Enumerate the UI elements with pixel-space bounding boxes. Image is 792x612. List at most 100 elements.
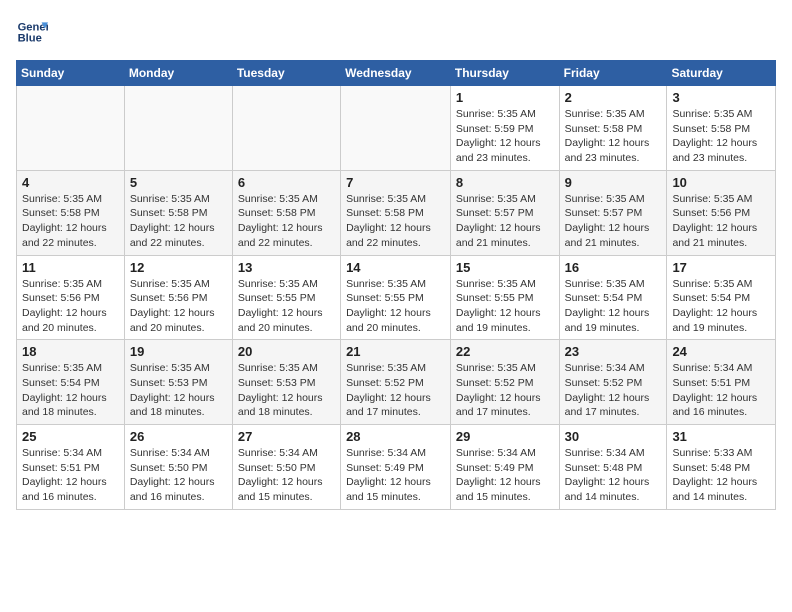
calendar-day-cell: [17, 86, 125, 171]
weekday-header-cell: Monday: [124, 61, 232, 86]
day-number: 23: [565, 344, 662, 359]
day-detail: Sunrise: 5:35 AM Sunset: 5:58 PM Dayligh…: [565, 107, 662, 166]
day-detail: Sunrise: 5:35 AM Sunset: 5:54 PM Dayligh…: [22, 361, 119, 420]
calendar-day-cell: 19Sunrise: 5:35 AM Sunset: 5:53 PM Dayli…: [124, 340, 232, 425]
calendar-day-cell: 18 Sunrise: 5:35 AM Sunset: 5:54 PM Dayli…: [17, 340, 125, 425]
calendar-week-row: 11 Sunrise: 5:35 AM Sunset: 5:56 PM Dayli…: [17, 255, 776, 340]
day-detail: Sunrise: 5:35 AM Sunset: 5:55 PM Dayligh…: [238, 277, 335, 336]
day-number: 11: [22, 260, 119, 275]
day-detail: Sunrise: 5:34 AM Sunset: 5:51 PM Dayligh…: [672, 361, 770, 420]
calendar-day-cell: 20 Sunrise: 5:35 AM Sunset: 5:53 PM Dayli…: [232, 340, 340, 425]
day-number: 3: [672, 90, 770, 105]
calendar-day-cell: 13 Sunrise: 5:35 AM Sunset: 5:55 PM Dayli…: [232, 255, 340, 340]
day-number: 16: [565, 260, 662, 275]
calendar-day-cell: 15 Sunrise: 5:35 AM Sunset: 5:55 PM Dayli…: [450, 255, 559, 340]
calendar-day-cell: 23 Sunrise: 5:34 AM Sunset: 5:52 PM Dayli…: [559, 340, 667, 425]
calendar-day-cell: 16Sunrise: 5:35 AM Sunset: 5:54 PM Dayli…: [559, 255, 667, 340]
weekday-header-cell: Friday: [559, 61, 667, 86]
day-number: 18: [22, 344, 119, 359]
day-detail: Sunrise: 5:34 AM Sunset: 5:49 PM Dayligh…: [346, 446, 445, 505]
day-detail: Sunrise: 5:35 AM Sunset: 5:52 PM Dayligh…: [456, 361, 554, 420]
day-detail: Sunrise: 5:34 AM Sunset: 5:48 PM Dayligh…: [565, 446, 662, 505]
calendar-day-cell: 12 Sunrise: 5:35 AM Sunset: 5:56 PM Dayli…: [124, 255, 232, 340]
calendar-day-cell: 31Sunrise: 5:33 AM Sunset: 5:48 PM Dayli…: [667, 425, 776, 510]
calendar-day-cell: 29 Sunrise: 5:34 AM Sunset: 5:49 PM Dayli…: [450, 425, 559, 510]
svg-text:Blue: Blue: [18, 33, 42, 45]
calendar-day-cell: 10Sunrise: 5:35 AM Sunset: 5:56 PM Dayli…: [667, 170, 776, 255]
calendar-day-cell: [232, 86, 340, 171]
calendar-day-cell: 1 Sunrise: 5:35 AM Sunset: 5:59 PM Daylig…: [450, 86, 559, 171]
weekday-header-row: SundayMondayTuesdayWednesdayThursdayFrid…: [17, 61, 776, 86]
calendar-day-cell: 26 Sunrise: 5:34 AM Sunset: 5:50 PM Dayli…: [124, 425, 232, 510]
calendar-day-cell: 27 Sunrise: 5:34 AM Sunset: 5:50 PM Dayli…: [232, 425, 340, 510]
day-detail: Sunrise: 5:35 AM Sunset: 5:58 PM Dayligh…: [346, 192, 445, 251]
day-number: 2: [565, 90, 662, 105]
calendar-day-cell: [341, 86, 451, 171]
day-number: 4: [22, 175, 119, 190]
day-detail: Sunrise: 5:35 AM Sunset: 5:55 PM Dayligh…: [346, 277, 445, 336]
weekday-header-cell: Wednesday: [341, 61, 451, 86]
day-number: 5: [130, 175, 227, 190]
day-number: 28: [346, 429, 445, 444]
logo: General Blue: [16, 16, 48, 48]
day-number: 29: [456, 429, 554, 444]
day-number: 20: [238, 344, 335, 359]
day-number: 24: [672, 344, 770, 359]
calendar-day-cell: 9 Sunrise: 5:35 AM Sunset: 5:57 PM Daylig…: [559, 170, 667, 255]
calendar-day-cell: 25Sunrise: 5:34 AM Sunset: 5:51 PM Dayli…: [17, 425, 125, 510]
calendar-week-row: 4 Sunrise: 5:35 AM Sunset: 5:58 PM Daylig…: [17, 170, 776, 255]
calendar-week-row: 18 Sunrise: 5:35 AM Sunset: 5:54 PM Dayli…: [17, 340, 776, 425]
weekday-header-cell: Sunday: [17, 61, 125, 86]
day-detail: Sunrise: 5:35 AM Sunset: 5:59 PM Dayligh…: [456, 107, 554, 166]
day-detail: Sunrise: 5:35 AM Sunset: 5:56 PM Dayligh…: [672, 192, 770, 251]
weekday-header-cell: Thursday: [450, 61, 559, 86]
day-detail: Sunrise: 5:35 AM Sunset: 5:56 PM Dayligh…: [22, 277, 119, 336]
calendar-week-row: 25Sunrise: 5:34 AM Sunset: 5:51 PM Dayli…: [17, 425, 776, 510]
day-number: 13: [238, 260, 335, 275]
day-number: 30: [565, 429, 662, 444]
day-detail: Sunrise: 5:35 AM Sunset: 5:55 PM Dayligh…: [456, 277, 554, 336]
day-detail: Sunrise: 5:35 AM Sunset: 5:56 PM Dayligh…: [130, 277, 227, 336]
calendar-day-cell: 5Sunrise: 5:35 AM Sunset: 5:58 PM Daylig…: [124, 170, 232, 255]
day-number: 15: [456, 260, 554, 275]
calendar-day-cell: 6 Sunrise: 5:35 AM Sunset: 5:58 PM Daylig…: [232, 170, 340, 255]
day-detail: Sunrise: 5:35 AM Sunset: 5:53 PM Dayligh…: [130, 361, 227, 420]
day-number: 17: [672, 260, 770, 275]
day-number: 9: [565, 175, 662, 190]
calendar-table: SundayMondayTuesdayWednesdayThursdayFrid…: [16, 60, 776, 510]
day-detail: Sunrise: 5:34 AM Sunset: 5:52 PM Dayligh…: [565, 361, 662, 420]
day-number: 6: [238, 175, 335, 190]
calendar-day-cell: 17Sunrise: 5:35 AM Sunset: 5:54 PM Dayli…: [667, 255, 776, 340]
day-detail: Sunrise: 5:35 AM Sunset: 5:52 PM Dayligh…: [346, 361, 445, 420]
day-detail: Sunrise: 5:33 AM Sunset: 5:48 PM Dayligh…: [672, 446, 770, 505]
calendar-day-cell: 11 Sunrise: 5:35 AM Sunset: 5:56 PM Dayli…: [17, 255, 125, 340]
day-detail: Sunrise: 5:34 AM Sunset: 5:50 PM Dayligh…: [238, 446, 335, 505]
calendar-day-cell: 30 Sunrise: 5:34 AM Sunset: 5:48 PM Dayli…: [559, 425, 667, 510]
day-number: 26: [130, 429, 227, 444]
day-detail: Sunrise: 5:35 AM Sunset: 5:58 PM Dayligh…: [238, 192, 335, 251]
logo-icon: General Blue: [16, 16, 48, 48]
calendar-day-cell: 14 Sunrise: 5:35 AM Sunset: 5:55 PM Dayli…: [341, 255, 451, 340]
day-detail: Sunrise: 5:34 AM Sunset: 5:51 PM Dayligh…: [22, 446, 119, 505]
day-number: 22: [456, 344, 554, 359]
day-number: 14: [346, 260, 445, 275]
day-detail: Sunrise: 5:35 AM Sunset: 5:53 PM Dayligh…: [238, 361, 335, 420]
day-number: 7: [346, 175, 445, 190]
calendar-day-cell: [124, 86, 232, 171]
calendar-day-cell: 7 Sunrise: 5:35 AM Sunset: 5:58 PM Daylig…: [341, 170, 451, 255]
page-header: General Blue: [16, 16, 776, 48]
calendar-day-cell: 22 Sunrise: 5:35 AM Sunset: 5:52 PM Dayli…: [450, 340, 559, 425]
day-detail: Sunrise: 5:34 AM Sunset: 5:50 PM Dayligh…: [130, 446, 227, 505]
calendar-body: 1 Sunrise: 5:35 AM Sunset: 5:59 PM Daylig…: [17, 86, 776, 510]
day-number: 1: [456, 90, 554, 105]
day-number: 12: [130, 260, 227, 275]
calendar-week-row: 1 Sunrise: 5:35 AM Sunset: 5:59 PM Daylig…: [17, 86, 776, 171]
weekday-header-cell: Tuesday: [232, 61, 340, 86]
day-detail: Sunrise: 5:35 AM Sunset: 5:58 PM Dayligh…: [22, 192, 119, 251]
day-detail: Sunrise: 5:35 AM Sunset: 5:57 PM Dayligh…: [565, 192, 662, 251]
weekday-header-cell: Saturday: [667, 61, 776, 86]
day-detail: Sunrise: 5:34 AM Sunset: 5:49 PM Dayligh…: [456, 446, 554, 505]
calendar-day-cell: 8Sunrise: 5:35 AM Sunset: 5:57 PM Daylig…: [450, 170, 559, 255]
day-number: 27: [238, 429, 335, 444]
calendar-day-cell: 28 Sunrise: 5:34 AM Sunset: 5:49 PM Dayli…: [341, 425, 451, 510]
